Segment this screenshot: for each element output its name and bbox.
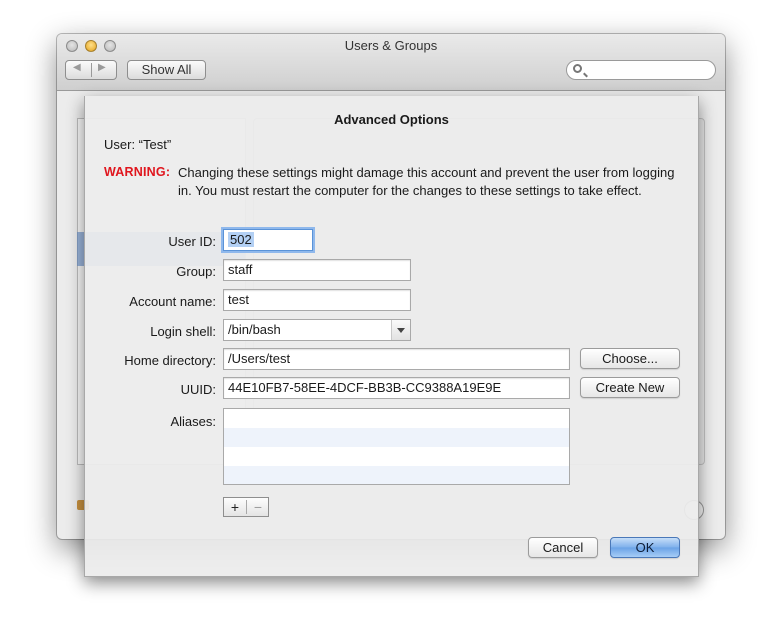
choose-button[interactable]: Choose... [580, 348, 680, 369]
sheet-title: Advanced Options [334, 112, 449, 127]
show-all-button[interactable]: Show All [127, 60, 206, 80]
login-shell-label: Login shell: [150, 324, 216, 339]
chevron-down-icon [391, 320, 410, 340]
list-item[interactable] [224, 447, 569, 466]
group-label: Group: [176, 264, 216, 279]
account-name-label: Account name: [129, 294, 216, 309]
forward-arrow-icon[interactable]: ▶ [98, 62, 106, 73]
group-field[interactable]: staff [223, 259, 411, 281]
aliases-list[interactable] [223, 408, 570, 485]
list-item[interactable] [224, 466, 569, 484]
advanced-options-sheet: Advanced Options User: “Test” WARNING: C… [84, 96, 699, 577]
user-id-value: 502 [228, 232, 254, 247]
home-directory-label: Home directory: [124, 353, 216, 368]
login-shell-value: /bin/bash [228, 322, 281, 337]
remove-alias-button[interactable]: − [247, 498, 269, 516]
warning-label: WARNING: [104, 165, 171, 179]
search-icon [573, 64, 582, 73]
back-forward-control: ◀ ▶ [65, 60, 117, 80]
alias-add-remove-control: + − [223, 497, 269, 517]
uuid-field[interactable]: 44E10FB7-58EE-4DCF-BB3B-CC9388A19E9E [223, 377, 570, 399]
create-new-button[interactable]: Create New [580, 377, 680, 398]
ok-button[interactable]: OK [610, 537, 680, 558]
add-alias-button[interactable]: + [224, 498, 246, 516]
user-name-label: User: “Test” [104, 137, 172, 152]
cancel-button[interactable]: Cancel [528, 537, 598, 558]
user-id-field[interactable]: 502 [223, 229, 313, 251]
home-directory-field[interactable]: /Users/test [223, 348, 570, 370]
list-item[interactable] [224, 428, 569, 447]
warning-text: Changing these settings might damage thi… [178, 165, 675, 198]
user-id-label: User ID: [168, 234, 216, 249]
window-title: Users & Groups [344, 38, 438, 53]
login-shell-popup[interactable]: /bin/bash [223, 319, 411, 341]
aliases-label: Aliases: [170, 414, 216, 429]
uuid-label: UUID: [180, 382, 216, 397]
back-arrow-icon[interactable]: ◀ [73, 62, 81, 73]
search-field[interactable] [566, 60, 716, 80]
list-item[interactable] [224, 409, 569, 428]
account-name-field[interactable]: test [223, 289, 411, 311]
window-titlebar: Users & Groups ◀ ▶ Show All [57, 34, 725, 91]
